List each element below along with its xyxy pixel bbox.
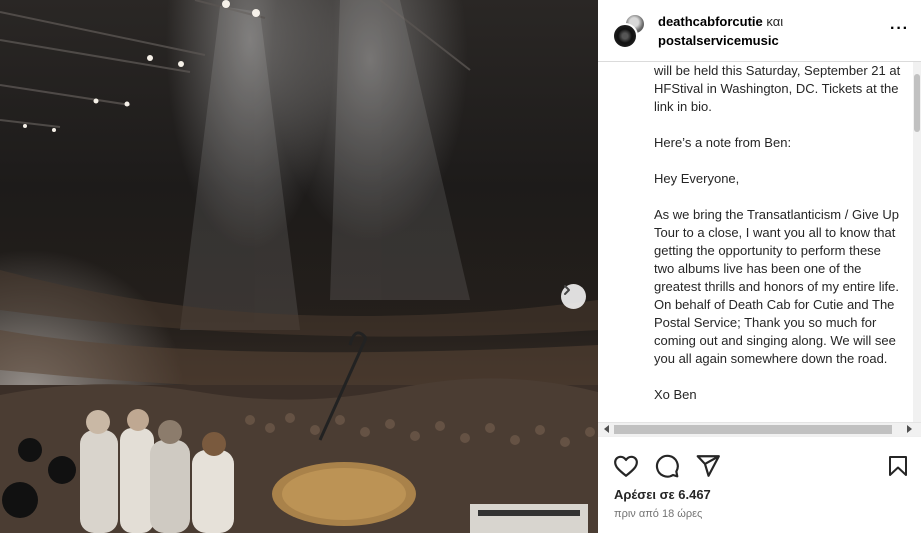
collab-avatars[interactable] bbox=[612, 13, 648, 49]
next-photo-button[interactable] bbox=[561, 284, 586, 309]
concert-scene bbox=[0, 0, 598, 533]
more-horizontal-icon: ··· bbox=[890, 20, 909, 37]
post-actions: Αρέσει σε 6.467 πριν από 18 ώρες bbox=[598, 436, 921, 533]
author-link-secondary[interactable]: postalservicemusic bbox=[658, 33, 779, 48]
heart-icon[interactable] bbox=[613, 453, 639, 479]
caption-paragraph: Hey Everyone, bbox=[654, 171, 740, 186]
caption-paragraph: Here’s a note from Ben: bbox=[654, 135, 792, 150]
post-header: deathcabforcutie και postalservicemusic … bbox=[598, 0, 921, 62]
post-timestamp[interactable]: πριν από 18 ώρες bbox=[614, 508, 702, 520]
post-authors: deathcabforcutie και postalservicemusic bbox=[658, 12, 783, 50]
horizontal-scrollbar[interactable] bbox=[598, 422, 921, 436]
post-caption: will be held this Saturday, September 21… bbox=[654, 62, 904, 422]
vertical-scrollbar-thumb[interactable] bbox=[914, 74, 920, 132]
paper-plane-icon[interactable] bbox=[695, 453, 721, 479]
likes-count[interactable]: Αρέσει σε 6.467 bbox=[614, 487, 711, 502]
avatar-deathcabforcutie[interactable] bbox=[612, 23, 638, 49]
author-link-primary[interactable]: deathcabforcutie bbox=[658, 14, 763, 29]
scroll-left-arrow-icon[interactable] bbox=[604, 425, 609, 433]
more-options-button[interactable]: ··· bbox=[890, 20, 909, 37]
caption-scroll-area[interactable]: will be held this Saturday, September 21… bbox=[598, 62, 921, 422]
scroll-right-arrow-icon[interactable] bbox=[907, 425, 912, 433]
caption-paragraph: Xo Ben bbox=[654, 387, 697, 402]
vertical-scrollbar[interactable] bbox=[913, 62, 921, 422]
horizontal-scrollbar-thumb[interactable] bbox=[614, 425, 892, 434]
post-side-panel: deathcabforcutie και postalservicemusic … bbox=[598, 0, 921, 533]
caption-paragraph: As we bring the Transatlanticism / Give … bbox=[654, 207, 899, 366]
author-conjunction: και bbox=[766, 14, 784, 29]
chevron-right-icon bbox=[564, 285, 570, 295]
post-photo bbox=[0, 0, 598, 533]
caption-paragraph: will be held this Saturday, September 21… bbox=[654, 63, 901, 114]
comment-bubble-icon[interactable] bbox=[654, 453, 680, 479]
bookmark-icon[interactable] bbox=[886, 453, 910, 479]
